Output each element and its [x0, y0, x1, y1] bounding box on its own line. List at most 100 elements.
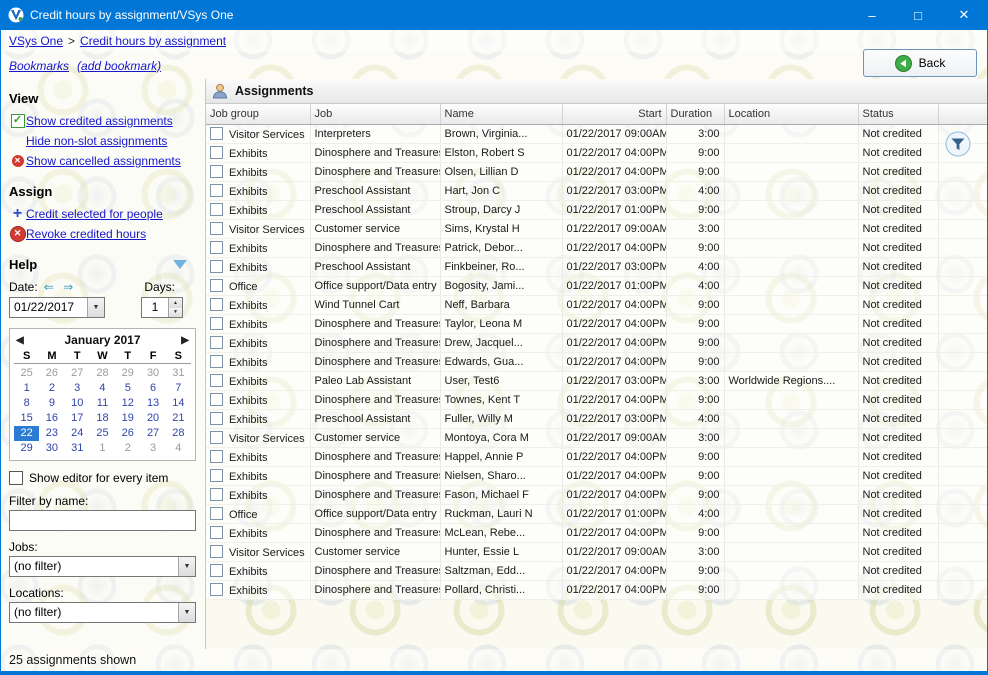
- sidebar-link-label[interactable]: Show credited assignments: [26, 114, 173, 128]
- calendar-day[interactable]: 30: [140, 366, 165, 381]
- row-checkbox[interactable]: [210, 393, 223, 406]
- table-row[interactable]: ExhibitsDinosphere and Treasures ...Patr…: [206, 239, 987, 258]
- sidebar-link-label[interactable]: Show cancelled assignments: [26, 154, 181, 168]
- column-header-start[interactable]: Start: [562, 104, 666, 125]
- spinner-down-icon[interactable]: ▼: [169, 308, 182, 318]
- calendar-day[interactable]: 14: [166, 396, 191, 411]
- calendar-day[interactable]: 31: [65, 441, 90, 456]
- calendar-day[interactable]: 5: [115, 381, 140, 396]
- calendar-day[interactable]: 1: [90, 441, 115, 456]
- table-row[interactable]: ExhibitsPreschool AssistantFinkbeiner, R…: [206, 258, 987, 277]
- calendar-day[interactable]: 2: [39, 381, 64, 396]
- row-checkbox[interactable]: [210, 260, 223, 273]
- sidebar-item-hide-non-slot[interactable]: Hide non-slot assignments: [9, 131, 197, 150]
- table-row[interactable]: ExhibitsDinosphere and Treasures ...Salt…: [206, 562, 987, 581]
- row-checkbox[interactable]: [210, 412, 223, 425]
- calendar-day[interactable]: 27: [140, 426, 165, 441]
- calendar-day[interactable]: 15: [14, 411, 39, 426]
- row-checkbox[interactable]: [210, 469, 223, 482]
- locations-combobox[interactable]: (no filter) ▼: [9, 602, 196, 623]
- show-editor-checkbox-row[interactable]: Show editor for every item: [9, 471, 197, 485]
- column-header-status[interactable]: Status: [858, 104, 938, 125]
- row-checkbox[interactable]: [210, 507, 223, 520]
- column-header-name[interactable]: Name: [440, 104, 562, 125]
- calendar-day[interactable]: 18: [90, 411, 115, 426]
- table-row[interactable]: ExhibitsDinosphere and Treasures ...Olse…: [206, 163, 987, 182]
- calendar-day[interactable]: 6: [140, 381, 165, 396]
- calendar-prev-icon[interactable]: ◀: [16, 335, 24, 346]
- calendar-day[interactable]: 11: [90, 396, 115, 411]
- calendar-day[interactable]: 26: [115, 426, 140, 441]
- sidebar-link-label[interactable]: Hide non-slot assignments: [26, 134, 167, 148]
- row-checkbox[interactable]: [210, 355, 223, 368]
- row-checkbox[interactable]: [210, 222, 223, 235]
- calendar-day[interactable]: 1: [14, 381, 39, 396]
- collapse-triangle-icon[interactable]: [173, 260, 187, 269]
- calendar-day[interactable]: 27: [65, 366, 90, 381]
- filter-funnel-icon[interactable]: [945, 131, 971, 162]
- chevron-down-icon[interactable]: ▼: [178, 603, 195, 622]
- column-header-duration[interactable]: Duration: [666, 104, 724, 125]
- table-row[interactable]: OfficeOffice support/Data entryBogosity,…: [206, 277, 987, 296]
- table-row[interactable]: ExhibitsDinosphere and Treasures ...Drew…: [206, 334, 987, 353]
- calendar-day[interactable]: 30: [39, 441, 64, 456]
- table-row[interactable]: ExhibitsDinosphere and Treasures ...Faso…: [206, 486, 987, 505]
- calendar-day[interactable]: 8: [14, 396, 39, 411]
- row-checkbox[interactable]: [210, 184, 223, 197]
- row-checkbox[interactable]: [210, 146, 223, 159]
- row-checkbox[interactable]: [210, 431, 223, 444]
- calendar-day[interactable]: 28: [166, 426, 191, 441]
- days-stepper[interactable]: 1 ▲ ▼: [141, 297, 183, 318]
- calendar-day[interactable]: 20: [140, 411, 165, 426]
- sidebar-link-label[interactable]: Credit selected for people: [26, 207, 163, 221]
- sidebar-link-label[interactable]: Revoke credited hours: [26, 227, 146, 241]
- filter-by-name-input[interactable]: [9, 510, 196, 531]
- table-row[interactable]: ExhibitsDinosphere and Treasures ...Poll…: [206, 581, 987, 600]
- breadcrumb-vsys-one[interactable]: VSys One: [9, 34, 63, 48]
- row-checkbox[interactable]: [210, 298, 223, 311]
- table-row[interactable]: ExhibitsDinosphere and Treasures ...Tayl…: [206, 315, 987, 334]
- breadcrumb-credit-hours[interactable]: Credit hours by assignment: [80, 34, 226, 48]
- calendar-day[interactable]: 19: [115, 411, 140, 426]
- calendar-day[interactable]: 16: [39, 411, 64, 426]
- row-checkbox[interactable]: [210, 279, 223, 292]
- row-checkbox[interactable]: [210, 583, 223, 596]
- sidebar-item-show-cancelled[interactable]: ✕ Show cancelled assignments: [9, 151, 197, 170]
- row-checkbox[interactable]: [210, 336, 223, 349]
- calendar-day[interactable]: 10: [65, 396, 90, 411]
- table-row[interactable]: ExhibitsWind Tunnel CartNeff, Barbara01/…: [206, 296, 987, 315]
- row-checkbox[interactable]: [210, 317, 223, 330]
- table-row[interactable]: ExhibitsPreschool AssistantStroup, Darcy…: [206, 201, 987, 220]
- row-checkbox[interactable]: [210, 165, 223, 178]
- calendar-day[interactable]: 2: [115, 441, 140, 456]
- table-row[interactable]: ExhibitsDinosphere and Treasures ...McLe…: [206, 524, 987, 543]
- row-checkbox[interactable]: [210, 564, 223, 577]
- bookmarks-link[interactable]: Bookmarks: [9, 59, 69, 73]
- table-row[interactable]: ExhibitsDinosphere and Treasures ...Town…: [206, 391, 987, 410]
- spinner-up-icon[interactable]: ▲: [169, 298, 182, 308]
- calendar-day[interactable]: 3: [140, 441, 165, 456]
- row-checkbox[interactable]: [210, 488, 223, 501]
- sidebar-item-revoke-hours[interactable]: ✕ Revoke credited hours: [9, 224, 197, 243]
- calendar-day[interactable]: 7: [166, 381, 191, 396]
- date-combobox[interactable]: 01/22/2017 ▼: [9, 297, 105, 318]
- sidebar-item-show-credited[interactable]: ✓ Show credited assignments: [9, 111, 197, 130]
- calendar-day[interactable]: 17: [65, 411, 90, 426]
- sidebar-item-credit-selected[interactable]: + Credit selected for people: [9, 204, 197, 223]
- table-row[interactable]: ExhibitsPaleo Lab AssistantUser, Test601…: [206, 372, 987, 391]
- date-prev-next-icons[interactable]: ⇐ ⇒: [44, 280, 76, 294]
- calendar-day[interactable]: 26: [39, 366, 64, 381]
- table-row[interactable]: ExhibitsDinosphere and Treasures ...Happ…: [206, 448, 987, 467]
- calendar-day[interactable]: 4: [166, 441, 191, 456]
- table-row[interactable]: OfficeOffice support/Data entryRuckman, …: [206, 505, 987, 524]
- row-checkbox[interactable]: [210, 545, 223, 558]
- calendar-day[interactable]: 24: [65, 426, 90, 441]
- table-row[interactable]: Visitor ServicesCustomer serviceSims, Kr…: [206, 220, 987, 239]
- table-row[interactable]: ExhibitsDinosphere and Treasures ...Niel…: [206, 467, 987, 486]
- calendar-next-icon[interactable]: ▶: [181, 335, 189, 346]
- calendar-day[interactable]: 3: [65, 381, 90, 396]
- calendar-day[interactable]: 29: [115, 366, 140, 381]
- chevron-down-icon[interactable]: ▼: [87, 298, 104, 317]
- calendar-day[interactable]: 29: [14, 441, 39, 456]
- back-button[interactable]: Back: [863, 49, 977, 77]
